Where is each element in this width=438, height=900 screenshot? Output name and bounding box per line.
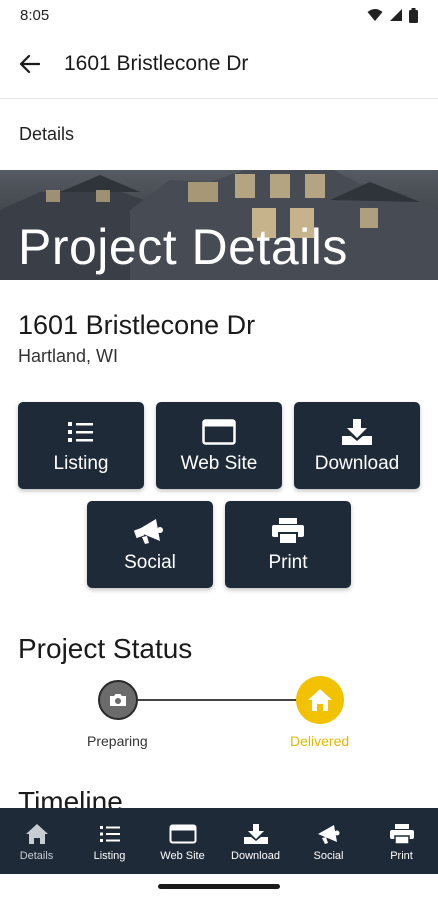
megaphone-icon <box>316 821 342 847</box>
app-bar: 1601 Bristlecone Dr <box>0 30 438 98</box>
wifi-icon <box>367 9 383 21</box>
listing-button[interactable]: Listing <box>18 402 144 489</box>
back-button[interactable] <box>18 52 42 76</box>
download-label: Download <box>314 452 400 474</box>
nav-print-label: Print <box>390 849 413 862</box>
arrow-left-icon <box>20 55 40 73</box>
megaphone-icon <box>134 516 166 546</box>
nav-website[interactable]: Web Site <box>146 808 219 874</box>
home-icon <box>25 821 49 847</box>
browser-icon <box>202 417 236 447</box>
download-button[interactable]: Download <box>294 402 420 489</box>
status-icons <box>367 7 418 23</box>
print-button[interactable]: Print <box>225 501 351 588</box>
social-button[interactable]: Social <box>87 501 213 588</box>
hero-title: Project Details <box>18 219 348 275</box>
step-delivered-label: Delivered <box>290 733 350 749</box>
listing-label: Listing <box>53 452 109 474</box>
status-track-line <box>118 699 320 701</box>
website-label: Web Site <box>180 452 258 474</box>
nav-social[interactable]: Social <box>292 808 365 874</box>
step-delivered <box>296 676 344 724</box>
section-label: Details <box>19 124 75 144</box>
hero-banner: Project Details <box>0 170 438 280</box>
camera-icon <box>110 694 126 706</box>
nav-print[interactable]: Print <box>365 808 438 874</box>
browser-icon <box>169 821 197 847</box>
signal-icon <box>390 9 402 21</box>
page-title: 1601 Bristlecone Dr <box>64 52 249 75</box>
nav-listing-label: Listing <box>93 849 126 862</box>
nav-download[interactable]: Download <box>219 808 292 874</box>
printer-icon <box>389 821 415 847</box>
list-icon <box>67 417 95 447</box>
nav-website-label: Web Site <box>160 849 205 862</box>
property-city: Hartland, WI <box>18 346 119 366</box>
list-icon <box>99 821 121 847</box>
home-icon <box>308 689 332 711</box>
bottom-nav: Details Listing Web Site Download Social… <box>0 808 438 874</box>
website-button[interactable]: Web Site <box>156 402 282 489</box>
printer-icon <box>271 516 305 546</box>
download-icon <box>243 821 269 847</box>
gesture-handle[interactable] <box>158 884 280 889</box>
project-status-heading: Project Status <box>18 633 193 664</box>
status-time: 8:05 <box>20 6 50 24</box>
nav-download-label: Download <box>231 849 280 862</box>
social-label: Social <box>124 551 176 573</box>
nav-social-label: Social <box>313 849 344 862</box>
status-bar: 8:05 <box>0 0 438 30</box>
property-address: 1601 Bristlecone Dr <box>18 310 256 340</box>
print-label: Print <box>268 551 308 573</box>
battery-icon <box>409 7 418 23</box>
nav-listing[interactable]: Listing <box>73 808 146 874</box>
nav-details[interactable]: Details <box>0 808 73 874</box>
nav-details-label: Details <box>19 849 54 862</box>
step-preparing <box>98 680 138 720</box>
app-bar-divider <box>0 98 438 99</box>
step-preparing-label: Preparing <box>87 733 148 749</box>
download-icon <box>341 417 373 447</box>
